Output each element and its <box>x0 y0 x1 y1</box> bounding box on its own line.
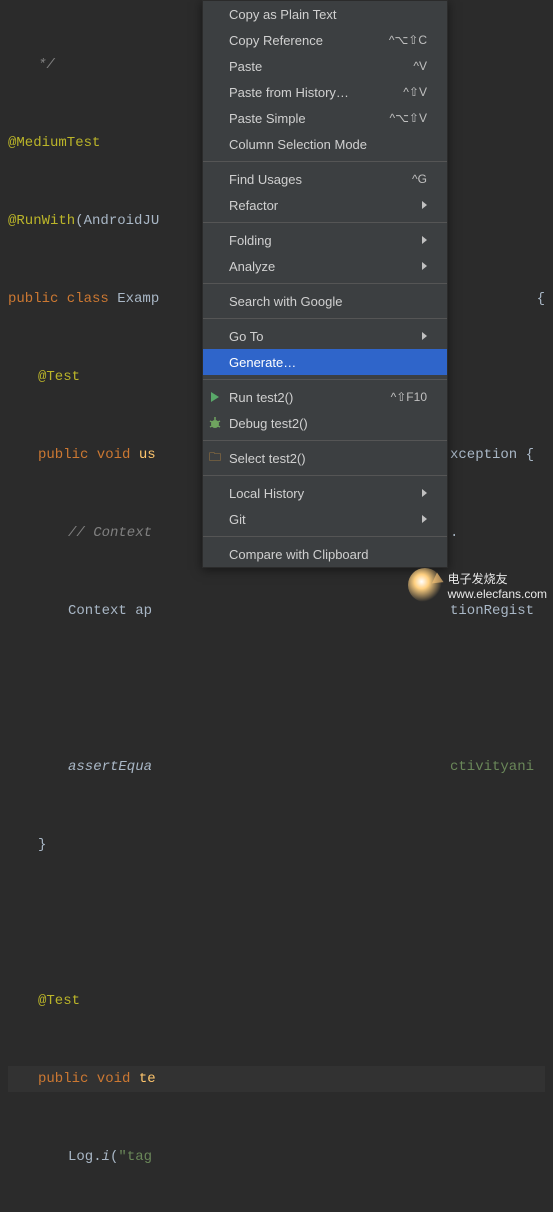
method-name: us <box>130 447 155 463</box>
menu-separator <box>203 222 447 223</box>
annotation-test2: @Test <box>38 993 80 1009</box>
menu-separator <box>203 161 447 162</box>
keyword-public-void: public void <box>38 447 130 463</box>
menu-separator <box>203 536 447 537</box>
submenu-arrow-icon <box>422 489 427 497</box>
menu-folding[interactable]: Folding <box>203 227 447 253</box>
method-name2: te <box>130 1071 155 1087</box>
string-literal: "tag <box>118 1149 152 1165</box>
menu-run-test[interactable]: Run test2()^⇧F10 <box>203 384 447 410</box>
shortcut: ^V <box>413 59 427 73</box>
shortcut: ^⌥⇧V <box>389 111 427 125</box>
menu-column-selection-mode[interactable]: Column Selection Mode <box>203 131 447 157</box>
menu-select-test[interactable]: 🗀 Select test2() <box>203 445 447 471</box>
class-name: Examp <box>109 291 159 307</box>
submenu-arrow-icon <box>422 332 427 340</box>
menu-refactor[interactable]: Refactor <box>203 192 447 218</box>
editor-context-menu: Copy as Plain Text Copy Reference^⌥⇧C Pa… <box>202 0 448 568</box>
submenu-arrow-icon <box>422 262 427 270</box>
menu-separator <box>203 318 447 319</box>
assert-call: assertEqua <box>68 759 152 775</box>
select-icon: 🗀 <box>207 450 223 466</box>
run-icon <box>207 389 223 405</box>
watermark-text: 电子发烧友 <box>448 570 547 587</box>
brace-close: } <box>38 837 46 853</box>
debug-icon <box>207 415 223 431</box>
submenu-arrow-icon <box>422 236 427 244</box>
menu-separator <box>203 379 447 380</box>
menu-paste-from-history[interactable]: Paste from History…^⇧V <box>203 79 447 105</box>
annotation-test: @Test <box>38 369 80 385</box>
menu-find-usages[interactable]: Find Usages^G <box>203 166 447 192</box>
shortcut: ^⇧F10 <box>391 390 427 404</box>
menu-copy-reference[interactable]: Copy Reference^⌥⇧C <box>203 27 447 53</box>
context-var: Context ap <box>68 603 152 619</box>
menu-paste[interactable]: Paste^V <box>203 53 447 79</box>
menu-search-with-google[interactable]: Search with Google <box>203 288 447 314</box>
menu-go-to[interactable]: Go To <box>203 323 447 349</box>
menu-separator <box>203 440 447 441</box>
comment: // Context <box>68 525 152 541</box>
watermark-url: www.elecfans.com <box>448 587 547 601</box>
menu-git[interactable]: Git <box>203 506 447 532</box>
keyword-public-class: public class <box>8 291 109 307</box>
menu-local-history[interactable]: Local History <box>203 480 447 506</box>
menu-separator <box>203 283 447 284</box>
shortcut: ^G <box>412 172 427 186</box>
menu-generate[interactable]: Generate… <box>203 349 447 375</box>
menu-copy-plain-text[interactable]: Copy as Plain Text <box>203 1 447 27</box>
keyword-public-void2: public void <box>38 1071 130 1087</box>
menu-separator <box>203 475 447 476</box>
submenu-arrow-icon <box>422 515 427 523</box>
menu-paste-simple[interactable]: Paste Simple^⌥⇧V <box>203 105 447 131</box>
menu-compare-with-clipboard[interactable]: Compare with Clipboard <box>203 541 447 567</box>
menu-debug-test[interactable]: Debug test2() <box>203 410 447 436</box>
comment-end: */ <box>38 57 55 73</box>
shortcut: ^⌥⇧C <box>389 33 427 47</box>
watermark: 电子发烧友 www.elecfans.com <box>408 568 547 602</box>
annotation-runwith: @RunWith <box>8 213 75 229</box>
glow-icon <box>408 568 442 602</box>
menu-analyze[interactable]: Analyze <box>203 253 447 279</box>
annotation-mediumtest: @MediumTest <box>8 135 100 151</box>
shortcut: ^⇧V <box>403 85 427 99</box>
class-ref: AndroidJU <box>84 213 160 229</box>
submenu-arrow-icon <box>422 201 427 209</box>
